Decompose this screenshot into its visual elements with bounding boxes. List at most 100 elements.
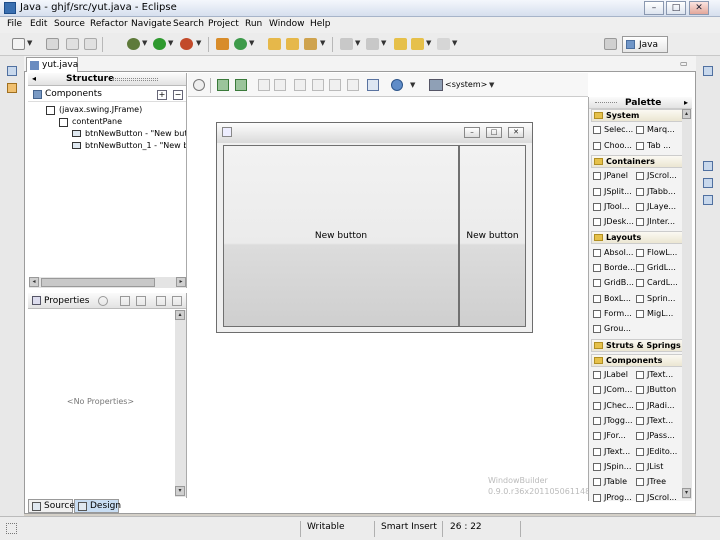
palette-item[interactable]: JLaye... [636, 201, 679, 214]
scroll-thumb[interactable] [41, 278, 155, 287]
palette-item[interactable]: Absol... [593, 247, 636, 260]
last-edit-location-icon[interactable] [394, 38, 407, 50]
palette-item[interactable]: JChec... [593, 400, 636, 413]
palette-item[interactable]: JText... [636, 415, 679, 428]
undo-icon[interactable] [258, 79, 270, 91]
collapse-structure-icon[interactable]: ◂ [32, 74, 36, 83]
palette-category[interactable]: Layouts [591, 231, 683, 245]
open-perspective-icon[interactable] [604, 38, 617, 50]
palette-category[interactable]: Containers [591, 154, 683, 168]
palette-item[interactable]: Borde... [593, 262, 636, 275]
goto-definition-icon[interactable] [136, 296, 146, 306]
test-gui-icon[interactable] [193, 79, 205, 91]
maximize-editor-icon[interactable]: ▭ [680, 59, 688, 68]
chevron-down-icon[interactable]: ▼ [27, 39, 32, 47]
chevron-down-icon[interactable]: ▼ [452, 39, 457, 47]
palette-item[interactable]: JRadi... [636, 400, 679, 413]
menu-window[interactable]: Window [269, 19, 305, 29]
palette-item[interactable]: JTable [593, 476, 636, 489]
palette-item[interactable]: JScrol... [636, 170, 679, 183]
palette-item[interactable]: JText... [636, 369, 679, 382]
tree-item-jframe[interactable]: (javax.swing.JFrame) [46, 105, 186, 117]
palette-item[interactable]: MigL... [636, 308, 679, 321]
new-button-1[interactable]: New button [223, 145, 459, 327]
chevron-down-icon[interactable]: ▼ [168, 39, 173, 47]
hierarchy-icon[interactable] [703, 195, 713, 205]
chevron-down-icon[interactable]: ▼ [320, 39, 325, 47]
chevron-down-icon[interactable]: ▼ [355, 39, 360, 47]
palette-item[interactable]: Grou... [593, 323, 636, 336]
new-icon[interactable] [12, 38, 25, 50]
palette-item[interactable]: JPanel [593, 170, 636, 183]
editor-tab-yut-java[interactable]: yut.java [26, 57, 78, 72]
restore-view-icon[interactable] [703, 66, 713, 76]
chevron-down-icon[interactable]: ▼ [426, 39, 431, 47]
layout-assistant-icon[interactable] [367, 79, 379, 91]
close-window-button[interactable]: ✕ [689, 1, 709, 15]
tree-item-btnnewbutton[interactable]: btnNewButton - "New but [72, 129, 186, 141]
scroll-left-arrow[interactable]: ◂ [29, 277, 39, 287]
collapse-all-icon[interactable]: − [173, 90, 183, 100]
maximize-button[interactable]: □ [666, 1, 686, 15]
source-tab[interactable]: Source [28, 499, 75, 513]
open-folder-icon[interactable] [286, 38, 299, 50]
chevron-down-icon[interactable]: ▼ [249, 39, 254, 47]
chevron-down-icon[interactable]: ▼ [142, 39, 147, 47]
menu-refactor[interactable]: Refactor [90, 19, 128, 29]
outline-icon[interactable] [703, 161, 713, 171]
palette-category[interactable]: Struts & Springs [591, 338, 683, 352]
scroll-down-arrow[interactable]: ▾ [175, 486, 185, 496]
show-events-icon[interactable] [98, 296, 108, 306]
palette-item[interactable]: JInter... [636, 216, 679, 229]
minimize-button[interactable]: – [644, 1, 664, 15]
menu-file[interactable]: File [7, 19, 22, 29]
palette-item[interactable]: JTogg... [593, 415, 636, 428]
menu-source[interactable]: Source [54, 19, 85, 29]
palette-item[interactable]: JEdito... [636, 446, 679, 459]
new-java-class-icon[interactable] [234, 38, 247, 50]
design-tab[interactable]: Design [74, 499, 121, 513]
properties-vertical-scrollbar[interactable]: ▴ ▾ [175, 310, 186, 497]
palette-item[interactable]: JList [636, 461, 679, 474]
previous-annotation-icon[interactable] [366, 38, 379, 50]
menu-project[interactable]: Project [208, 19, 239, 29]
package-explorer-icon[interactable] [7, 83, 17, 93]
save-all-icon[interactable] [66, 38, 79, 50]
redo-icon[interactable] [274, 79, 286, 91]
palette-scrollbar[interactable]: ▴ ▾ [682, 109, 692, 499]
palette-item[interactable]: JProg... [593, 492, 636, 505]
palette-item[interactable]: FlowL... [636, 247, 679, 260]
grip-handle[interactable] [112, 78, 158, 81]
palette-item[interactable]: Marq... [636, 124, 679, 137]
palette-item[interactable]: JSpin... [593, 461, 636, 474]
palette-item[interactable]: Form... [593, 308, 636, 321]
expand-all-icon[interactable]: + [157, 90, 167, 100]
palette-collapse-icon[interactable]: ▸ [684, 98, 688, 107]
internalize-icon[interactable] [235, 79, 247, 91]
back-arrow-icon[interactable] [411, 38, 424, 50]
palette-item[interactable]: JSplit... [593, 186, 636, 199]
palette-item[interactable]: JFor... [593, 430, 636, 443]
palette-item[interactable]: JLabel [593, 369, 636, 382]
scroll-up-arrow[interactable]: ▴ [175, 310, 185, 320]
show-advanced-icon[interactable] [120, 296, 130, 306]
copy-icon[interactable] [312, 79, 324, 91]
tree-item-btnnewbutton-1[interactable]: btnNewButton_1 - "New b [72, 141, 186, 153]
chevron-down-icon[interactable]: ▼ [196, 39, 201, 47]
palette-item[interactable]: Selec... [593, 124, 636, 137]
menu-help[interactable]: Help [310, 19, 331, 29]
palette-category[interactable]: Components [591, 353, 683, 367]
menu-navigate[interactable]: Navigate [131, 19, 171, 29]
palette-item[interactable]: GridL... [636, 262, 679, 275]
scroll-down-arrow[interactable]: ▾ [682, 488, 691, 498]
palette-item[interactable]: JTool... [593, 201, 636, 214]
run-icon[interactable] [153, 38, 166, 50]
chevron-down-icon[interactable]: ▼ [381, 39, 386, 47]
tree-item-contentpane[interactable]: contentPane [59, 117, 186, 129]
grip-handle[interactable] [595, 102, 617, 104]
palette-item[interactable]: JDesk... [593, 216, 636, 229]
fast-view-icon[interactable] [6, 523, 17, 534]
chevron-down-icon[interactable]: ▼ [410, 81, 415, 89]
open-type-icon[interactable] [268, 38, 281, 50]
paste-icon[interactable] [329, 79, 341, 91]
